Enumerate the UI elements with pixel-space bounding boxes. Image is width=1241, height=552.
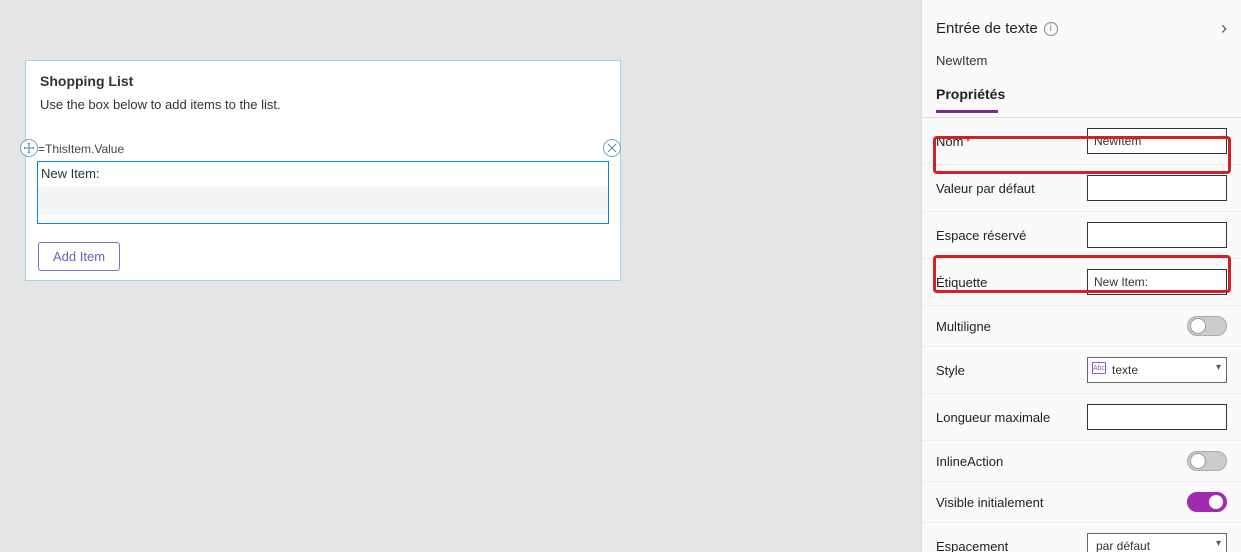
prop-row-etiquette: Étiquette (922, 259, 1241, 306)
prop-select-espacement[interactable] (1087, 533, 1227, 552)
active-tab-indicator (936, 110, 998, 113)
prop-label-inlineaction: InlineAction (936, 454, 1003, 469)
info-icon[interactable]: i (1044, 22, 1058, 36)
pane-section-properties: Propriétés (922, 82, 1241, 108)
delete-control-icon[interactable] (603, 139, 621, 157)
prop-row-valdef: Valeur par défaut (922, 165, 1241, 212)
properties-pane: Entrée de texte i › NewItem Propriétés N… (921, 0, 1241, 552)
add-item-button[interactable]: Add Item (38, 242, 120, 271)
pane-title: Entrée de texte (936, 20, 1038, 37)
move-handle-icon[interactable] (20, 139, 38, 157)
formula-hint: =ThisItem.Value (38, 142, 124, 156)
prop-input-espace[interactable] (1087, 222, 1227, 248)
card-title: Shopping List (40, 73, 606, 89)
newitem-control[interactable]: New Item: (37, 161, 609, 224)
prop-label-style: Style (936, 363, 965, 378)
prop-label-multiligne: Multiligne (936, 319, 991, 334)
newitem-input[interactable] (38, 187, 608, 215)
newitem-label: New Item: (38, 162, 608, 187)
prop-row-style: Style Abc ▾ (922, 347, 1241, 394)
prop-row-visible: Visible initialement (922, 482, 1241, 523)
prop-label-espace: Espace réservé (936, 228, 1026, 243)
card-subtitle: Use the box below to add items to the li… (40, 97, 606, 112)
toggle-inlineaction[interactable] (1187, 451, 1227, 471)
prop-row-espace: Espace réservé (922, 212, 1241, 259)
prop-select-style[interactable] (1087, 357, 1227, 383)
prop-label-espacement: Espacement (936, 539, 1008, 552)
required-star-icon: * (965, 134, 970, 149)
prop-label-longmax: Longueur maximale (936, 410, 1050, 425)
pane-control-name: NewItem (922, 45, 1241, 82)
prop-row-multiligne: Multiligne (922, 306, 1241, 347)
prop-row-longmax: Longueur maximale (922, 394, 1241, 441)
prop-input-etiquette[interactable] (1087, 269, 1227, 295)
prop-row-inlineaction: InlineAction (922, 441, 1241, 482)
prop-label-valdef: Valeur par défaut (936, 181, 1035, 196)
toggle-multiligne[interactable] (1187, 316, 1227, 336)
prop-input-nom[interactable] (1087, 128, 1227, 154)
prop-label-visible: Visible initialement (936, 495, 1043, 510)
prop-input-valdef[interactable] (1087, 175, 1227, 201)
chevron-right-icon[interactable]: › (1221, 18, 1229, 39)
prop-label-nom: Nom (936, 134, 963, 149)
prop-row-nom: Nom* (922, 118, 1241, 165)
toggle-visible[interactable] (1187, 492, 1227, 512)
prop-label-etiquette: Étiquette (936, 275, 987, 290)
prop-row-espacement: Espacement ▾ (922, 523, 1241, 552)
prop-input-longmax[interactable] (1087, 404, 1227, 430)
